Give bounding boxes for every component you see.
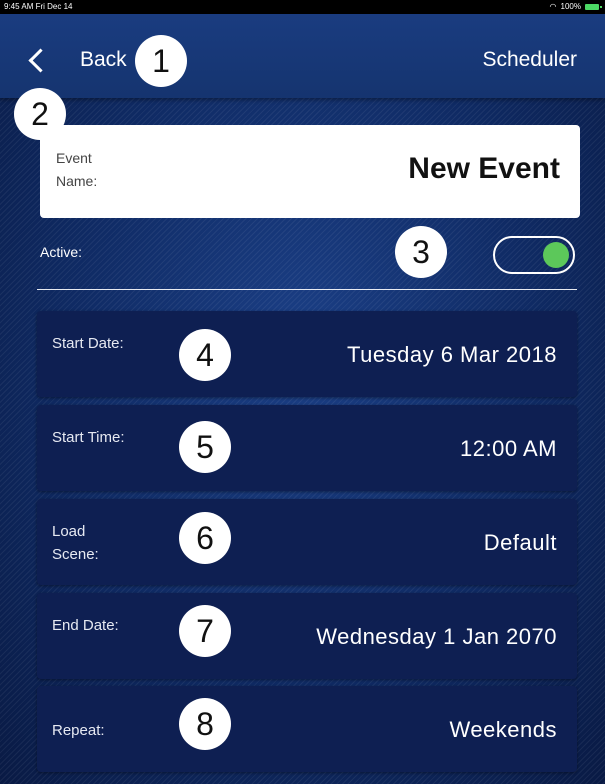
- callout-marker: 6: [179, 512, 231, 564]
- battery-icon: [585, 4, 602, 10]
- callout-marker: 7: [179, 605, 231, 657]
- nav-title-scheduler[interactable]: Scheduler: [482, 48, 577, 72]
- start-date-row[interactable]: Start Date: Tuesday 6 Mar 2018: [37, 311, 577, 397]
- callout-marker: 1: [135, 35, 187, 87]
- start-date-value[interactable]: Tuesday 6 Mar 2018: [347, 342, 557, 368]
- status-right: ◠ 100%: [549, 0, 602, 14]
- callout-marker: 3: [395, 226, 447, 278]
- callout-marker: 4: [179, 329, 231, 381]
- callout-marker: 8: [179, 698, 231, 750]
- back-chevron-icon[interactable]: [28, 48, 53, 73]
- callout-marker: 5: [179, 421, 231, 473]
- event-name-label: Event Name:: [56, 150, 98, 189]
- active-toggle[interactable]: [493, 236, 575, 274]
- end-date-row[interactable]: End Date: Wednesday 1 Jan 2070: [37, 593, 577, 679]
- back-button[interactable]: Back: [80, 48, 127, 72]
- status-left: 9:45 AM Fri Dec 14: [4, 0, 73, 14]
- start-date-label: Start Date:: [52, 335, 124, 352]
- status-date: Fri Dec 14: [35, 2, 73, 11]
- load-scene-row[interactable]: Load Scene: Default: [37, 499, 577, 585]
- event-name-value[interactable]: New Event: [408, 152, 560, 186]
- repeat-value[interactable]: Weekends: [449, 717, 557, 743]
- toggle-knob[interactable]: [543, 242, 569, 268]
- nav-bar: Back Scheduler: [0, 14, 605, 98]
- divider: [37, 289, 577, 290]
- start-time-row[interactable]: Start Time: 12:00 AM: [37, 405, 577, 491]
- start-time-value[interactable]: 12:00 AM: [460, 436, 557, 462]
- repeat-label: Repeat:: [52, 722, 105, 739]
- load-scene-value[interactable]: Default: [484, 530, 557, 556]
- status-bar: 9:45 AM Fri Dec 14 ◠ 100%: [0, 0, 605, 14]
- event-name-field[interactable]: Event Name: New Event: [40, 125, 580, 218]
- start-time-label: Start Time:: [52, 429, 125, 446]
- repeat-row[interactable]: Repeat: Weekends: [37, 686, 577, 772]
- active-label: Active:: [40, 244, 83, 260]
- battery-percent: 100%: [560, 2, 581, 11]
- status-time: 9:45 AM: [4, 2, 34, 11]
- end-date-label: End Date:: [52, 617, 119, 634]
- wifi-icon: ◠: [549, 2, 557, 11]
- end-date-value[interactable]: Wednesday 1 Jan 2070: [316, 624, 557, 650]
- load-scene-label: Load Scene:: [52, 523, 99, 563]
